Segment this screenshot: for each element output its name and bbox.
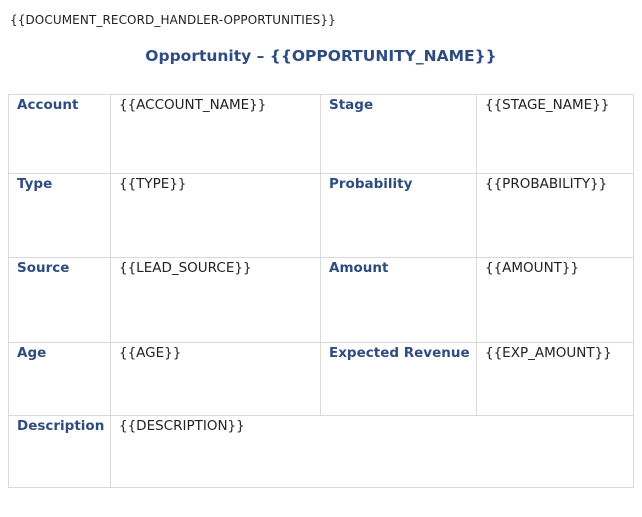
field-value-probability: {{PROBABILITY}} <box>476 173 634 258</box>
field-label-probability: Probability <box>320 173 477 258</box>
field-value-description: {{DESCRIPTION}} <box>110 415 634 488</box>
field-label-amount: Amount <box>320 257 477 343</box>
field-value-stage: {{STAGE_NAME}} <box>476 94 634 174</box>
field-value-source: {{LEAD_SOURCE}} <box>110 257 321 343</box>
document-handler-tag: {{DOCUMENT_RECORD_HANDLER-OPPORTUNITIES}… <box>10 13 336 27</box>
field-label-description: Description <box>8 415 111 488</box>
field-value-age: {{AGE}} <box>110 342 321 416</box>
table-row: Source {{LEAD_SOURCE}} Amount {{AMOUNT}} <box>8 257 634 343</box>
opportunity-record-table: Account {{ACCOUNT_NAME}} Stage {{STAGE_N… <box>8 94 634 488</box>
field-label-expected-revenue: Expected Revenue <box>320 342 477 416</box>
table-row: Description {{DESCRIPTION}} <box>8 415 634 488</box>
field-value-type: {{TYPE}} <box>110 173 321 258</box>
page-title: Opportunity – {{OPPORTUNITY_NAME}} <box>145 47 497 65</box>
table-row: Age {{AGE}} Expected Revenue {{EXP_AMOUN… <box>8 342 634 416</box>
field-label-stage: Stage <box>320 94 477 174</box>
field-value-account: {{ACCOUNT_NAME}} <box>110 94 321 174</box>
field-value-expected-revenue: {{EXP_AMOUNT}} <box>476 342 634 416</box>
table-row: Type {{TYPE}} Probability {{PROBABILITY}… <box>8 173 634 258</box>
field-label-source: Source <box>8 257 111 343</box>
table-row: Account {{ACCOUNT_NAME}} Stage {{STAGE_N… <box>8 94 634 174</box>
field-label-type: Type <box>8 173 111 258</box>
field-value-amount: {{AMOUNT}} <box>476 257 634 343</box>
field-label-account: Account <box>8 94 111 174</box>
field-label-age: Age <box>8 342 111 416</box>
